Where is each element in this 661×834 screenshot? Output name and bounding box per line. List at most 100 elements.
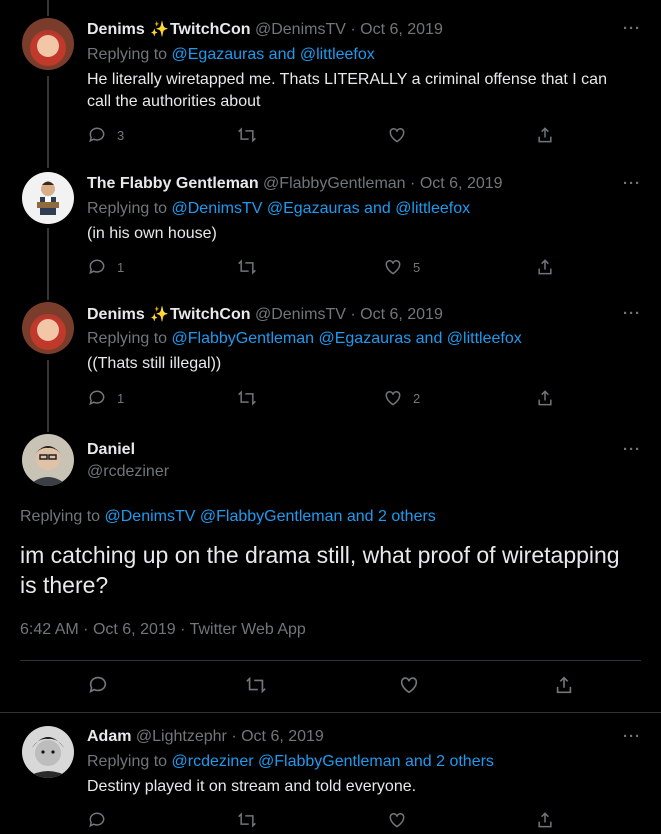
tweet-date[interactable]: Oct 6, 2019 xyxy=(360,306,443,323)
share-button[interactable] xyxy=(553,674,575,696)
replying-to: Replying to @FlabbyGentleman @Egazauras … xyxy=(87,330,522,348)
like-button[interactable]: 2 xyxy=(383,388,420,408)
avatar-adam[interactable] xyxy=(22,726,74,778)
reply-button[interactable] xyxy=(87,810,107,830)
display-name[interactable]: Denims xyxy=(87,21,145,38)
tweet-actions: 1 5 xyxy=(87,257,567,281)
replying-mentions[interactable]: @rcdeziner @FlabbyGentleman and 2 others xyxy=(172,753,494,770)
replying-mentions[interactable]: @Egazauras and @littleefox xyxy=(172,46,375,63)
retweet-button[interactable] xyxy=(237,257,257,277)
more-icon[interactable]: ··· xyxy=(623,20,641,37)
replying-to: Replying to @DenimsTV @FlabbyGentleman a… xyxy=(20,508,436,526)
reply-icon xyxy=(89,812,105,828)
sparkles-icon: ✨ xyxy=(150,306,169,323)
replying-to: Replying to @DenimsTV @Egazauras and @li… xyxy=(87,200,470,218)
retweet-button[interactable] xyxy=(245,674,267,696)
retweet-button[interactable] xyxy=(237,388,257,408)
display-name[interactable]: Daniel xyxy=(87,441,135,458)
retweet-icon xyxy=(238,127,256,143)
separator-dot: · xyxy=(180,621,186,638)
tweet-header: Adam @Lightzephr · Oct 6, 2019 xyxy=(87,728,324,746)
tweet-header: The Flabby Gentleman @FlabbyGentleman · … xyxy=(87,175,503,193)
replying-mentions[interactable]: @DenimsTV @Egazauras and @littleefox xyxy=(172,200,471,217)
avatar-daniel[interactable] xyxy=(22,434,74,486)
user-handle[interactable]: @Lightzephr xyxy=(136,728,227,745)
tweet-header: Denims ✨TwitchCon @DenimsTV · Oct 6, 201… xyxy=(87,20,443,39)
share-button[interactable] xyxy=(535,125,555,145)
like-button[interactable]: 5 xyxy=(383,257,420,277)
reply-icon xyxy=(89,390,105,406)
sparkles-icon: ✨ xyxy=(150,21,169,38)
tweet-actions: 3 xyxy=(87,125,567,149)
like-icon xyxy=(389,127,405,143)
share-icon xyxy=(538,259,552,275)
reply-tweet[interactable]: Adam @Lightzephr · Oct 6, 2019 ··· Reply… xyxy=(0,713,661,830)
tweet-header: Denims ✨TwitchCon @DenimsTV · Oct 6, 201… xyxy=(87,305,443,324)
like-button[interactable] xyxy=(398,674,420,696)
like-count: 5 xyxy=(413,259,421,275)
reply-count: 1 xyxy=(117,259,125,275)
more-icon[interactable]: ··· xyxy=(623,728,641,745)
reply-button[interactable]: 1 xyxy=(87,388,124,408)
main-tweet-actions xyxy=(0,674,661,702)
retweet-button[interactable] xyxy=(237,125,257,145)
tweet-date[interactable]: Oct 6, 2019 xyxy=(420,175,503,192)
like-count: 2 xyxy=(413,390,421,406)
tweet-date[interactable]: Oct 6, 2019 xyxy=(360,21,443,38)
user-handle[interactable]: @DenimsTV xyxy=(255,21,346,38)
share-icon xyxy=(538,127,552,143)
main-tweet-handle: @rcdeziner xyxy=(87,463,169,481)
replying-mentions[interactable]: @DenimsTV @FlabbyGentleman and 2 others xyxy=(105,508,436,525)
display-name-suffix[interactable]: TwitchCon xyxy=(170,306,251,323)
user-handle[interactable]: @FlabbyGentleman xyxy=(263,175,406,192)
divider xyxy=(20,660,641,661)
tweet-1[interactable]: Denims ✨TwitchCon @DenimsTV · Oct 6, 201… xyxy=(0,0,661,160)
like-button[interactable] xyxy=(387,125,407,145)
replying-mentions[interactable]: @FlabbyGentleman @Egazauras and @littlee… xyxy=(172,330,522,347)
retweet-button[interactable] xyxy=(237,810,257,830)
tweet-2[interactable]: The Flabby Gentleman @FlabbyGentleman · … xyxy=(0,160,661,292)
share-button[interactable] xyxy=(535,388,555,408)
share-button[interactable] xyxy=(535,810,555,830)
user-handle[interactable]: @DenimsTV xyxy=(255,306,346,323)
tweet-date[interactable]: Oct 6, 2019 xyxy=(93,621,176,638)
like-button[interactable] xyxy=(387,810,407,830)
replying-prefix: Replying to xyxy=(87,753,172,770)
reply-button[interactable] xyxy=(87,674,109,696)
separator-dot: · xyxy=(410,175,416,192)
replying-prefix: Replying to xyxy=(87,200,172,217)
reply-count: 1 xyxy=(117,390,125,406)
tweet-text: (in his own house) xyxy=(87,225,217,242)
tweet-3[interactable]: Denims ✨TwitchCon @DenimsTV · Oct 6, 201… xyxy=(0,292,661,422)
reply-icon xyxy=(89,127,105,143)
reply-button[interactable]: 3 xyxy=(87,125,124,145)
replying-prefix: Replying to xyxy=(20,508,105,525)
tweet-time[interactable]: 6:42 AM xyxy=(20,621,79,638)
separator-dot: · xyxy=(231,728,237,745)
more-icon[interactable]: ··· xyxy=(623,305,641,322)
display-name[interactable]: Denims xyxy=(87,306,145,323)
more-icon[interactable]: ··· xyxy=(623,441,641,458)
tweet-source[interactable]: Twitter Web App xyxy=(190,621,306,638)
tweet-actions xyxy=(87,810,567,834)
separator-dot: · xyxy=(350,21,356,38)
retweet-icon xyxy=(238,812,256,828)
share-button[interactable] xyxy=(535,257,555,277)
like-icon xyxy=(389,812,405,828)
display-name[interactable]: The Flabby Gentleman xyxy=(87,175,259,192)
display-name-suffix[interactable]: TwitchCon xyxy=(170,21,251,38)
avatar-flabby-gentleman[interactable] xyxy=(22,172,74,224)
separator-dot: · xyxy=(350,306,356,323)
replying-to: Replying to @Egazauras and @littleefox xyxy=(87,46,375,64)
reply-button[interactable]: 1 xyxy=(87,257,124,277)
tweet-date[interactable]: Oct 6, 2019 xyxy=(241,728,324,745)
user-handle[interactable]: @rcdeziner xyxy=(87,463,169,480)
avatar-denims[interactable] xyxy=(22,302,74,354)
more-icon[interactable]: ··· xyxy=(623,175,641,192)
like-icon xyxy=(385,259,401,275)
display-name[interactable]: Adam xyxy=(87,728,131,745)
avatar-denims[interactable] xyxy=(22,18,74,70)
tweet-text: He literally wiretapped me. Thats LITERA… xyxy=(87,71,607,110)
reply-icon xyxy=(89,259,105,275)
tweet-text: ((Thats still illegal)) xyxy=(87,355,222,372)
